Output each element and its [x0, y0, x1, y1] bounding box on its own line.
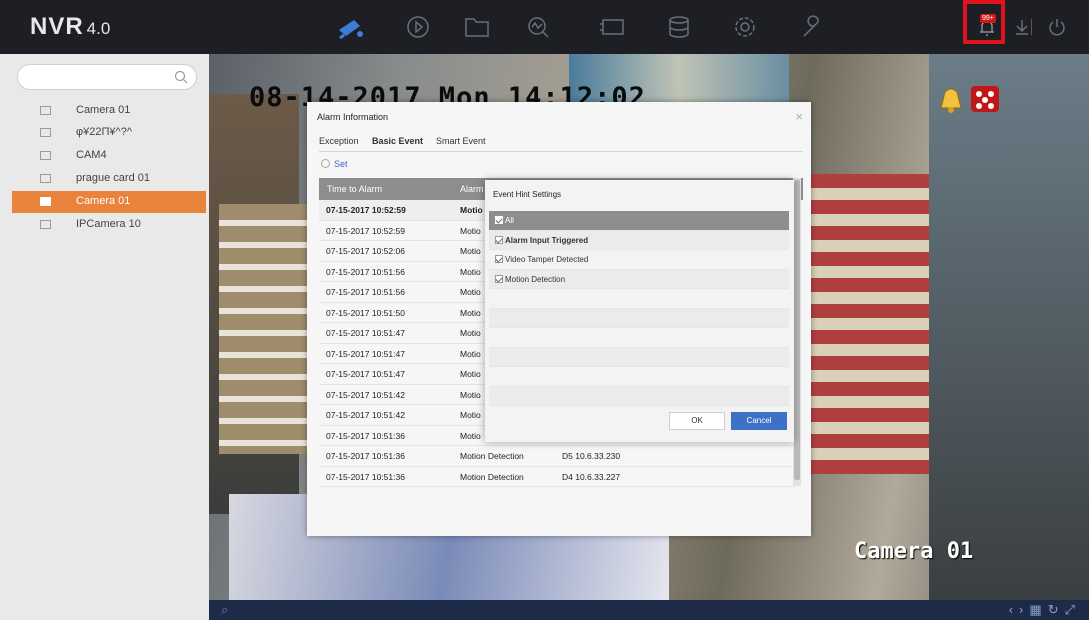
playback-icon[interactable]	[403, 14, 433, 40]
camera-icon	[40, 174, 51, 183]
camera-list-item[interactable]: CAM4	[12, 145, 206, 167]
table-scrollbar[interactable]	[793, 178, 801, 486]
search-icon	[174, 70, 188, 84]
hint-option-alarm-input[interactable]: Alarm Input Triggered	[489, 230, 789, 250]
toolbar-divider	[1031, 19, 1032, 35]
next-page-icon[interactable]: ›	[1019, 602, 1029, 617]
file-management-icon[interactable]	[462, 14, 492, 40]
live-view-icon[interactable]	[336, 14, 366, 40]
prev-page-icon[interactable]: ‹	[1009, 602, 1019, 617]
configuration-icon[interactable]	[597, 14, 627, 40]
table-row[interactable]: 07-15-2017 10:51:36 Motion Detection D4 10…	[319, 467, 795, 487]
fullscreen-icon[interactable]: ⤢	[1065, 602, 1081, 617]
table-row[interactable]: 07-15-2017 10:51:36 Motion Detection D5 10…	[319, 446, 795, 467]
refresh-icon[interactable]: ↻	[1048, 602, 1065, 617]
checkbox-motion-detection[interactable]	[495, 274, 503, 283]
ok-button[interactable]: OK	[669, 412, 725, 430]
gear-icon	[321, 159, 330, 168]
hint-option-motion-detection[interactable]: Motion Detection	[489, 269, 789, 289]
shelf-products	[219, 204, 309, 454]
tab-basic-event[interactable]: Basic Event	[372, 136, 423, 146]
download-icon[interactable]	[1007, 14, 1028, 40]
camera-sidebar: Camera 01 φ¥22Π¥^?^ CAM4 prague card 01 …	[0, 54, 209, 620]
hint-empty-row	[489, 386, 789, 406]
smart-analysis-icon[interactable]	[523, 14, 553, 40]
camera-icon	[40, 106, 51, 115]
zoom-icon[interactable]: ⌕	[221, 602, 228, 618]
cancel-button[interactable]: Cancel	[731, 412, 787, 430]
camera-icon	[40, 220, 51, 229]
alarm-event-icon	[935, 84, 967, 114]
close-icon[interactable]: ×	[795, 109, 803, 124]
settings-icon[interactable]	[730, 14, 760, 40]
hint-empty-row	[489, 328, 789, 348]
layout-grid-icon[interactable]: ▦	[1029, 602, 1047, 617]
power-icon[interactable]	[1042, 14, 1065, 40]
hint-empty-row	[489, 347, 789, 367]
camera-list-item[interactable]: IPCamera 10	[12, 214, 206, 236]
maintenance-icon[interactable]	[796, 14, 826, 40]
shelf-right	[809, 174, 929, 474]
alarm-information-dialog: Alarm Information × Exception Basic Even…	[307, 102, 811, 536]
tab-exception[interactable]: Exception	[319, 136, 359, 146]
hint-empty-row	[489, 289, 789, 309]
camera-icon	[40, 151, 51, 160]
scrollbar-thumb[interactable]	[794, 180, 800, 480]
camera-list-item-active[interactable]: Camera 01	[12, 191, 206, 213]
camera-list-item[interactable]: prague card 01	[12, 168, 206, 190]
tab-smart-event[interactable]: Smart Event	[436, 136, 486, 146]
camera-search-input[interactable]	[17, 64, 197, 90]
hint-option-list: All Alarm Input Triggered Video Tamper D…	[489, 211, 789, 406]
wall-right	[929, 54, 1089, 600]
hint-empty-row	[489, 308, 789, 328]
camera-list-item[interactable]: φ¥22Π¥^?^	[12, 122, 206, 144]
brand-logo: NVR 4.0	[30, 13, 110, 41]
brand-name: NVR	[30, 13, 84, 40]
dialog-title: Alarm Information	[317, 112, 389, 122]
storage-icon[interactable]	[664, 14, 694, 40]
motion-event-icon	[969, 84, 1001, 114]
checkbox-all[interactable]	[495, 216, 503, 224]
camera-list-item[interactable]: Camera 01	[12, 100, 206, 122]
checkbox-video-tamper[interactable]	[495, 255, 503, 263]
event-hint-settings-dialog: Event Hint Settings All Alarm Input Trig…	[485, 180, 794, 442]
hint-option-video-tamper[interactable]: Video Tamper Detected	[489, 250, 789, 270]
sidebar-footer	[0, 600, 209, 620]
alarm-tabs: Exception Basic Event Smart Event	[319, 136, 803, 152]
bottom-control-bar: ⌕ ‹›▦↻⤢	[209, 600, 1089, 620]
camera-icon	[40, 197, 51, 206]
camera-icon	[40, 128, 51, 137]
view-controls: ‹›▦↻⤢	[1009, 602, 1081, 618]
hint-empty-row	[489, 367, 789, 387]
set-button[interactable]: Set	[321, 159, 348, 169]
hint-option-all[interactable]: All	[489, 211, 789, 231]
osd-camera-name: Camera 01	[854, 539, 974, 564]
checkbox-alarm-input[interactable]	[495, 235, 503, 244]
brand-version: 4.0	[86, 19, 111, 38]
top-toolbar: NVR 4.0 99+	[0, 0, 1089, 54]
alarm-highlight-box	[963, 0, 1005, 44]
hint-dialog-title: Event Hint Settings	[493, 190, 562, 199]
